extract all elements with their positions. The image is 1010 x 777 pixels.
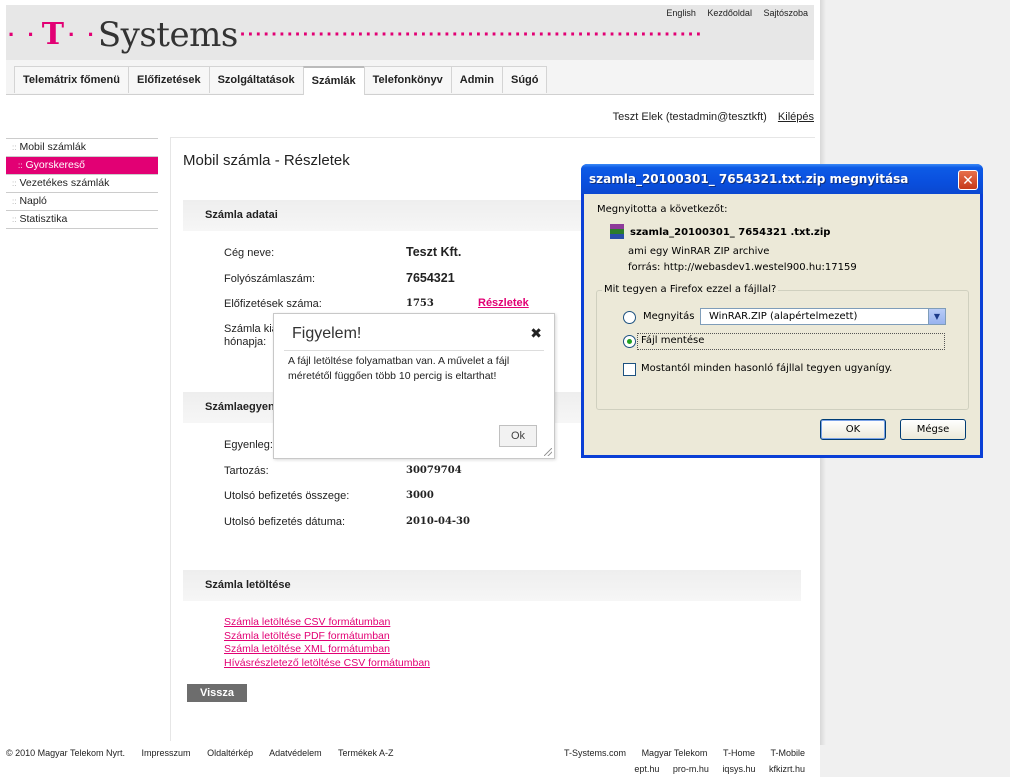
dialog-title: szamla_20100301_ 7654321.txt.zip megnyit…: [589, 172, 909, 186]
action-group-legend: Mit tegyen a Firefox ezzel a fájllal?: [602, 284, 779, 295]
footer-link-thome[interactable]: T-Home: [723, 748, 755, 758]
section-download-header: Számla letöltése: [183, 570, 801, 601]
open-with-radio[interactable]: [623, 311, 636, 324]
company-label: Cég neve:: [224, 247, 275, 259]
dialog-titlebar[interactable]: szamla_20100301_ 7654321.txt.zip megnyit…: [581, 164, 983, 194]
footer-link-prom[interactable]: pro-m.hu: [673, 764, 709, 774]
ok-button[interactable]: OK: [820, 419, 886, 440]
tab-telematrix[interactable]: Telemátrix főmenü: [14, 66, 129, 93]
close-icon[interactable]: ✕: [958, 170, 978, 190]
opened-label: Megnyitotta a következőt:: [597, 204, 728, 215]
balance-label: Egyenleg:: [224, 439, 273, 451]
download-pdf-link[interactable]: Számla letöltése PDF formátumban: [224, 630, 430, 644]
sidebar: :: Mobil számlák :: Gyorskereső :: Vezetéke…: [6, 138, 158, 229]
winrar-archive-icon: [610, 224, 624, 240]
tab-help[interactable]: Súgó: [501, 66, 548, 93]
warning-title: Figyelem!: [292, 325, 362, 342]
chevron-down-icon[interactable]: ▼: [928, 309, 945, 324]
footer: © 2010 Magyar Telekom Nyrt. Impresszum O…: [0, 745, 820, 777]
footer-link-products[interactable]: Termékek A-Z: [338, 748, 394, 758]
last-payment-date-value: 2010-04-30: [406, 516, 470, 527]
action-group: Mit tegyen a Firefox ezzel a fájllal? Me…: [596, 284, 969, 410]
issue-month-label-2: hónapja:: [224, 336, 267, 348]
warning-message: A fájl letöltése folyamatban van. A műve…: [288, 355, 510, 382]
last-payment-amount-value: 3000: [406, 490, 434, 501]
link-press[interactable]: Sajtószoba: [763, 8, 808, 18]
file-source: forrás: http://webasdev1.westel900.hu:17…: [628, 262, 857, 273]
company-value: Teszt Kft.: [406, 245, 462, 259]
sidebar-item-landline-invoices[interactable]: :: Vezetékes számlák: [6, 174, 158, 192]
last-payment-date-label: Utolsó befizetés dátuma:: [224, 516, 346, 528]
subscriptions-value: 1753: [406, 298, 434, 309]
details-link[interactable]: Részletek: [478, 297, 529, 309]
cancel-button[interactable]: Mégse: [900, 419, 966, 440]
file-name: szamla_20100301_ 7654321 .txt.zip: [630, 226, 831, 238]
sidebar-item-statistics[interactable]: :: Statisztika: [6, 210, 158, 229]
download-dialog: szamla_20100301_ 7654321.txt.zip megnyit…: [581, 164, 983, 458]
resize-grip-icon[interactable]: [544, 448, 552, 456]
warning-dialog: Figyelem! ✖ A fájl letöltése folyamatban…: [273, 313, 555, 459]
last-payment-amount-label: Utolsó befizetés összege:: [224, 490, 350, 502]
user-name: Teszt Elek (testadmin@tesztkft): [612, 111, 767, 123]
logo-text: Systems: [97, 15, 238, 55]
t-systems-logo[interactable]: · · T · · Systems ······················…: [8, 17, 704, 53]
logout-link[interactable]: Kilépés: [778, 111, 814, 123]
remember-checkbox[interactable]: [623, 363, 636, 376]
tab-invoices[interactable]: Számlák: [302, 66, 365, 95]
bullet-icon: ::: [12, 197, 17, 206]
open-with-label[interactable]: Megnyitás: [643, 311, 694, 322]
dialog-body: Megnyitotta a következőt: szamla_2010030…: [584, 194, 980, 455]
tab-services[interactable]: Szolgáltatások: [208, 66, 304, 93]
remember-label[interactable]: Mostantól minden hasonló fájllal tegyen …: [641, 363, 892, 374]
footer-link-imprint[interactable]: Impresszum: [142, 748, 191, 758]
footer-link-tmobile[interactable]: T-Mobile: [770, 748, 805, 758]
footer-link-privacy[interactable]: Adatvédelem: [269, 748, 322, 758]
download-xml-link[interactable]: Számla letöltése XML formátumban: [224, 643, 430, 657]
account-value: 7654321: [406, 271, 455, 285]
tab-admin[interactable]: Admin: [450, 66, 503, 93]
site-header: English Kezdőoldal Sajtószoba · · T · · …: [6, 5, 814, 60]
sidebar-item-quick-search[interactable]: :: Gyorskereső: [6, 156, 158, 174]
save-file-radio[interactable]: [623, 335, 636, 348]
save-file-label[interactable]: Fájl mentése: [641, 335, 704, 346]
close-icon[interactable]: ✖: [530, 325, 542, 342]
open-with-value: WinRAR.ZIP (alapértelmezett): [709, 311, 858, 322]
footer-copyright: © 2010 Magyar Telekom Nyrt.: [6, 748, 126, 758]
tab-phonebook[interactable]: Telefonkönyv: [363, 66, 452, 93]
page-title: Mobil számla - Részletek: [183, 152, 350, 169]
download-call-details-link[interactable]: Hívásrészletező letöltése CSV formátumba…: [224, 657, 430, 671]
bullet-icon: ::: [12, 143, 17, 152]
file-type: ami egy WinRAR ZIP archive: [628, 246, 770, 257]
footer-link-sitemap[interactable]: Oldaltérkép: [207, 748, 253, 758]
divider: [284, 350, 544, 351]
footer-link-ept[interactable]: ept.hu: [634, 764, 659, 774]
bullet-icon: ::: [12, 179, 17, 188]
file-info: szamla_20100301_ 7654321 .txt.zip: [610, 224, 830, 240]
subscriptions-label: Előfizetések száma:: [224, 298, 322, 310]
open-with-select[interactable]: WinRAR.ZIP (alapértelmezett) ▼: [700, 308, 946, 325]
sidebar-item-log[interactable]: :: Napló: [6, 192, 158, 210]
tab-subscriptions[interactable]: Előfizetések: [128, 66, 210, 93]
debt-label: Tartozás:: [224, 465, 269, 477]
footer-link-tsystems[interactable]: T-Systems.com: [564, 748, 626, 758]
footer-link-iqsys[interactable]: iqsys.hu: [722, 764, 755, 774]
footer-link-kfkizrt[interactable]: kfkizrt.hu: [769, 764, 805, 774]
footer-link-magyar-telekom[interactable]: Magyar Telekom: [642, 748, 708, 758]
warning-ok-button[interactable]: Ok: [499, 425, 537, 447]
debt-value: 30079704: [406, 465, 462, 476]
bullet-icon: ::: [18, 161, 23, 170]
sidebar-item-mobile-invoices[interactable]: :: Mobil számlák: [6, 138, 158, 156]
download-csv-link[interactable]: Számla letöltése CSV formátumban: [224, 616, 430, 630]
back-button[interactable]: Vissza: [187, 684, 247, 702]
bullet-icon: ::: [12, 215, 17, 224]
logo-t: T: [41, 17, 65, 52]
link-home[interactable]: Kezdőoldal: [707, 8, 752, 18]
user-info: Teszt Elek (testadmin@tesztkft) Kilépés: [613, 111, 814, 123]
account-label: Folyószámlaszám:: [224, 273, 316, 285]
main-nav: Telemátrix főmenü Előfizetések Szolgálta…: [6, 60, 814, 95]
download-links: Számla letöltése CSV formátumban Számla …: [224, 616, 430, 670]
issue-month-label-1: Számla kiá: [224, 323, 278, 335]
